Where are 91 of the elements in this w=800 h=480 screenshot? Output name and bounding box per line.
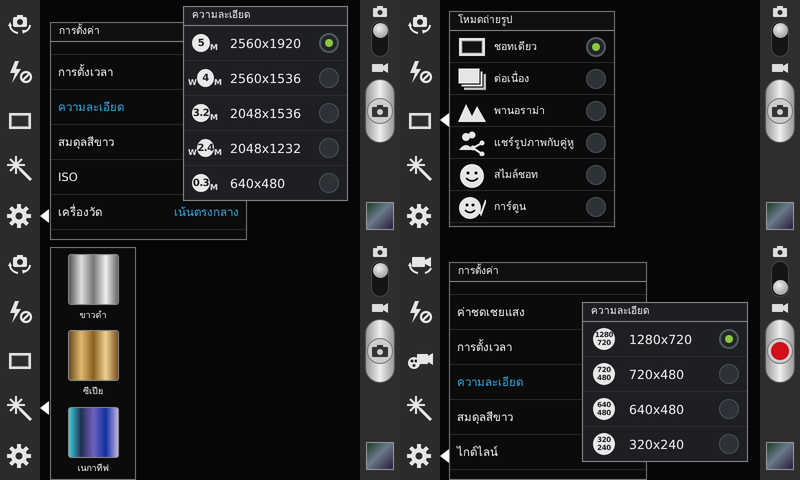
radio-button[interactable] <box>319 173 339 193</box>
radio-button[interactable] <box>719 364 739 384</box>
photo-placeholder[interactable] <box>766 442 794 470</box>
smiley-icon <box>458 162 486 188</box>
record-icon <box>770 341 790 361</box>
row-label: การตั้งเวลา <box>58 63 113 81</box>
people-share-icon <box>458 130 486 156</box>
row-value: เน้นตรงกลาง <box>174 204 239 221</box>
magic-wand-icon <box>406 395 434 421</box>
video-camera-icon <box>772 303 788 313</box>
radio-button[interactable] <box>319 138 339 158</box>
radio-button[interactable] <box>319 103 339 123</box>
camera-icon <box>772 105 788 117</box>
mode-option[interactable]: สไมล์ชอท <box>450 159 614 191</box>
camera-icon <box>372 345 388 357</box>
mode-option[interactable]: แชร์รูปภาพกับคู่หู <box>450 127 614 159</box>
resolution-badge: 2.4 <box>196 139 214 157</box>
row-label: เครื่องวัด <box>58 203 102 221</box>
radio-button[interactable] <box>319 33 339 53</box>
magic-wand-icon <box>6 395 34 421</box>
magic-wand-icon <box>6 155 34 181</box>
radio-button[interactable] <box>586 36 606 56</box>
row-label: ไกด์ไลน์ <box>457 444 498 461</box>
mode-option[interactable]: พานอราม่า <box>450 95 614 127</box>
radio-button[interactable] <box>719 434 739 454</box>
radio-button[interactable] <box>586 100 606 120</box>
camera-icon <box>372 105 388 117</box>
badge-text: M <box>210 114 218 122</box>
popup-title: ความละเอียด <box>583 303 747 322</box>
settings-icon <box>6 203 34 229</box>
shutter-button[interactable] <box>765 319 795 383</box>
effect-option[interactable]: ซีเปีย <box>68 330 118 403</box>
radio-button[interactable] <box>586 196 606 216</box>
mode-switch[interactable] <box>371 21 389 57</box>
panel-title: การตั้งค่า <box>450 263 646 282</box>
badge-text: W <box>188 149 197 157</box>
camera-icon <box>773 6 787 17</box>
magic-wand-icon <box>406 155 434 181</box>
badge-text: M <box>210 44 218 52</box>
mode-option[interactable]: ชอทเดียว <box>450 31 614 63</box>
mode-option[interactable]: ต่อเนื่อง <box>450 63 614 95</box>
photo-placeholder[interactable] <box>366 442 394 470</box>
row-label: การตั้งเวลา <box>457 338 512 356</box>
resolution-option[interactable]: 5 M 2560x1920 <box>184 26 347 61</box>
popup-title: ความละเอียด <box>184 7 347 26</box>
stacked-frames-icon <box>458 66 486 92</box>
photo-placeholder <box>68 406 118 458</box>
shutter-button[interactable] <box>365 319 395 383</box>
photo-placeholder <box>68 254 118 305</box>
radio-button[interactable] <box>719 399 739 419</box>
resolution-badge: 0.3 <box>192 174 210 192</box>
video-camera-icon <box>372 63 388 73</box>
photo-placeholder[interactable] <box>366 202 394 230</box>
shutter-button[interactable] <box>765 79 795 143</box>
effect-option[interactable]: ขาวดำ <box>68 254 118 326</box>
resolution-option[interactable]: W 4 M 2560x1536 <box>184 61 347 96</box>
resolution-badge: 3.2 <box>192 104 210 122</box>
video-camera-icon <box>372 303 388 313</box>
row-label: สมดุลสีขาว <box>457 409 513 426</box>
badge-text: W <box>188 79 197 87</box>
resolution-badge: 5 <box>192 34 210 52</box>
camera-icon <box>773 246 787 257</box>
radio-button[interactable] <box>586 68 606 88</box>
video-camera-icon <box>772 63 788 73</box>
settings-icon <box>6 443 34 469</box>
mode-option[interactable]: การ์ตูน <box>450 191 614 223</box>
mode-switch[interactable] <box>771 21 789 57</box>
badge-text: M <box>214 79 222 87</box>
radio-button[interactable] <box>586 132 606 152</box>
badge-text: M <box>214 149 222 157</box>
settings-icon <box>406 203 434 229</box>
effect-option[interactable]: เนกาทีฟ <box>68 406 118 479</box>
row-label: ความละเอียด <box>457 374 523 391</box>
badge-text: M <box>210 184 218 192</box>
shutter-button[interactable] <box>365 79 395 143</box>
row-label: สมดุลสีขาว <box>58 134 114 151</box>
camera-icon <box>373 6 387 17</box>
mode-switch[interactable] <box>371 261 389 297</box>
photo-placeholder[interactable] <box>766 202 794 230</box>
radio-button[interactable] <box>719 329 739 349</box>
row-label: ISO <box>58 170 78 184</box>
row-label: ความละเอียด <box>58 99 124 116</box>
radio-button[interactable] <box>319 68 339 88</box>
settings-icon <box>406 443 434 469</box>
row-label: ค่าชดเชยแสง <box>457 304 525 321</box>
resolution-badge: 4 <box>196 69 214 87</box>
photo-placeholder <box>68 330 118 382</box>
mode-switch[interactable] <box>771 261 789 297</box>
camera-icon <box>373 246 387 257</box>
radio-button[interactable] <box>586 164 606 184</box>
panel-title: โหมดถ่ายรูป <box>450 12 614 31</box>
